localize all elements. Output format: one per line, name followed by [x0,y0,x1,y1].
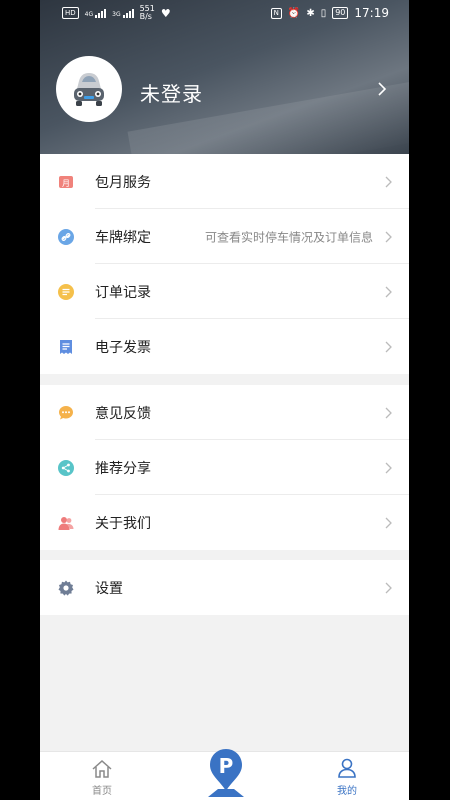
heart-icon: ♥ [160,6,171,20]
menu-group-services: 月 包月服务 车牌绑定 可查看实时停车情况及订单信息 订单记录 电子发票 [40,154,409,374]
share-icon [58,459,74,476]
chevron-right-icon [385,462,392,473]
nav-mine-label: 我的 [337,786,357,797]
menu-label: 意见反馈 [95,405,151,422]
menu-item-settings[interactable]: 设置 [40,560,409,615]
avatar[interactable] [56,56,122,122]
network-speed: 551 B/s [140,5,155,21]
nav-home-label: 首页 [92,786,112,797]
menu-item-plate-binding[interactable]: 车牌绑定 可查看实时停车情况及订单信息 [40,209,409,264]
menu-label: 电子发票 [95,339,151,356]
menu-label: 车牌绑定 [95,229,151,246]
calendar-month-icon: 月 [58,174,74,190]
nav-home[interactable]: 首页 [62,752,142,800]
menu-label: 包月服务 [95,174,151,191]
menu-label: 设置 [95,580,123,597]
login-status[interactable]: 未登录 [140,78,203,107]
chevron-right-icon [385,407,392,418]
network-type-1: 4G [84,11,94,18]
menu-item-order-records[interactable]: 订单记录 [40,264,409,319]
people-icon [58,515,74,531]
menu-item-e-invoice[interactable]: 电子发票 [40,319,409,374]
status-bar: HD 4G 3G 551 B/s ♥ N ⏰ ✱ ▯ 90 17:19 [40,0,409,26]
home-icon [92,759,112,778]
order-list-icon [58,283,74,300]
nfc-icon: N [270,7,282,19]
menu-item-monthly-service[interactable]: 月 包月服务 [40,154,409,209]
svg-text:P: P [219,754,234,778]
menu-item-share[interactable]: 推荐分享 [40,440,409,495]
chevron-right-icon [385,231,392,242]
chevron-right-icon [385,582,392,593]
bottom-navigation: 首页 P 我的 [40,749,409,800]
menu-item-feedback[interactable]: 意见反馈 [40,385,409,440]
menu-group-about: 意见反馈 推荐分享 关于我们 [40,385,409,550]
nav-mine[interactable]: 我的 [307,752,387,800]
battery-icon: 90 [332,7,349,19]
chevron-right-icon [385,517,392,528]
profile-header: HD 4G 3G 551 B/s ♥ N ⏰ ✱ ▯ 90 17:19 未登录 [40,0,409,154]
menu-label: 推荐分享 [95,460,151,477]
signal-icon [122,8,134,18]
hd-indicator: HD [62,7,79,19]
receipt-icon [58,339,74,355]
plate-binding-hint: 可查看实时停车情况及订单信息 [204,230,373,244]
alarm-icon: ⏰ [287,7,301,19]
menu-group-settings: 设置 [40,560,409,615]
chevron-right-icon[interactable] [373,80,391,98]
menu-label: 关于我们 [95,515,151,532]
svg-text:月: 月 [62,179,70,188]
chevron-right-icon [385,341,392,352]
chevron-right-icon [385,286,392,297]
parking-icon: P [208,749,244,797]
gear-icon [58,580,74,596]
network-speed-unit: B/s [139,12,152,21]
bluetooth-icon: ✱ [306,7,315,19]
user-icon [338,758,356,778]
menu-item-about-us[interactable]: 关于我们 [40,495,409,550]
car-avatar-icon [74,73,104,106]
link-icon [58,228,74,245]
clock: 17:19 [354,6,389,20]
signal-icon [95,8,107,18]
vibrate-icon: ▯ [320,7,327,19]
menu-label: 订单记录 [95,284,151,301]
chat-bubble-icon [58,405,74,421]
network-type-2: 3G [112,11,121,18]
nav-parking[interactable]: P [206,747,246,800]
app-screen: HD 4G 3G 551 B/s ♥ N ⏰ ✱ ▯ 90 17:19 未登录 … [40,0,409,800]
chevron-right-icon [385,176,392,187]
